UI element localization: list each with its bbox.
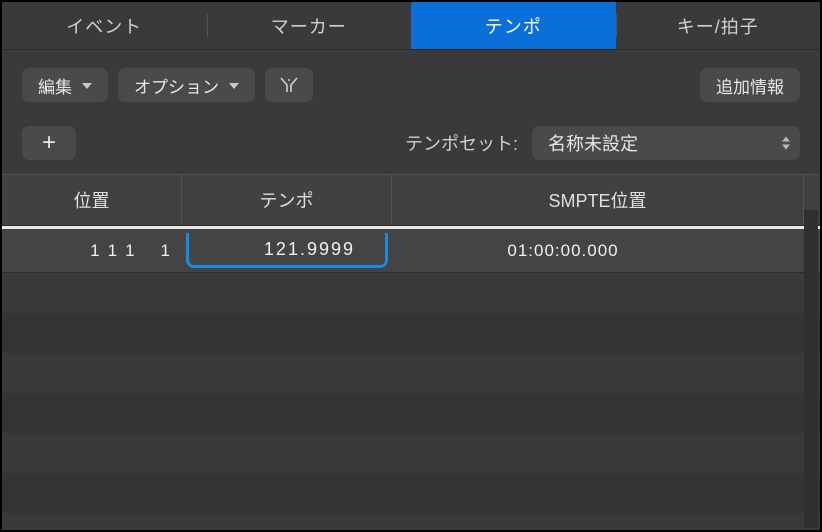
filter-icon [279,76,299,94]
tempo-editor-window: イベント マーカー テンポ キー/拍子 編集 オプション 追加情報 [0,0,822,532]
chevron-down-icon [229,83,239,89]
add-button[interactable]: + [22,126,76,160]
tab-marker[interactable]: マーカー [207,2,412,49]
tab-tempo[interactable]: テンポ [411,2,616,49]
tempo-input[interactable] [186,233,388,268]
position-bar: 1 [90,241,99,261]
cell-smpte[interactable]: 01:00:00.000 [392,229,804,272]
tempo-set-label: テンポセット: [405,130,518,156]
position-beat: 1 [108,241,117,261]
table-row[interactable]: 1 1 1 1 01:00:00.000 [2,229,820,273]
empty-rows-area [2,273,820,532]
tab-label: イベント [66,13,142,39]
extra-info-button[interactable]: 追加情報 [700,68,800,102]
column-header-position[interactable]: 位置 [2,175,182,225]
column-header-smpte[interactable]: SMPTE位置 [392,175,804,225]
tab-label: キー/拍子 [677,13,759,39]
editor-tabs: イベント マーカー テンポ キー/拍子 [2,2,820,50]
cell-position[interactable]: 1 1 1 1 [2,229,182,272]
plus-icon: + [42,129,56,157]
button-label: 追加情報 [716,73,784,98]
toolbar-main: 編集 オプション 追加情報 [2,50,820,102]
vertical-scrollbar[interactable] [804,210,818,528]
table-body: 1 1 1 1 01:00:00.000 [2,226,820,532]
tempo-set-select[interactable]: 名称未設定 [532,126,800,160]
position-div: 1 [125,241,134,261]
column-header-tempo[interactable]: テンポ [182,175,392,225]
options-menu-button[interactable]: オプション [118,68,255,102]
chevron-down-icon [82,83,92,89]
smpte-value: 01:00:00.000 [507,241,618,261]
toolbar-secondary: + テンポセット: 名称未設定 [2,102,820,174]
position-tick: 1 [161,241,170,261]
cell-tempo[interactable] [182,229,392,272]
tab-label: マーカー [271,13,347,39]
select-value: 名称未設定 [548,134,638,154]
updown-caret-icon [782,137,790,150]
table-header: 位置 テンポ SMPTE位置 [2,174,820,226]
tab-label: テンポ [485,13,542,39]
filter-button[interactable] [265,68,313,102]
edit-menu-button[interactable]: 編集 [22,68,108,102]
tempo-set-select-wrap: 名称未設定 [532,126,800,160]
button-label: 編集 [38,73,72,98]
tab-key-signature[interactable]: キー/拍子 [616,2,821,49]
tab-event[interactable]: イベント [2,2,207,49]
button-label: オプション [134,73,219,98]
